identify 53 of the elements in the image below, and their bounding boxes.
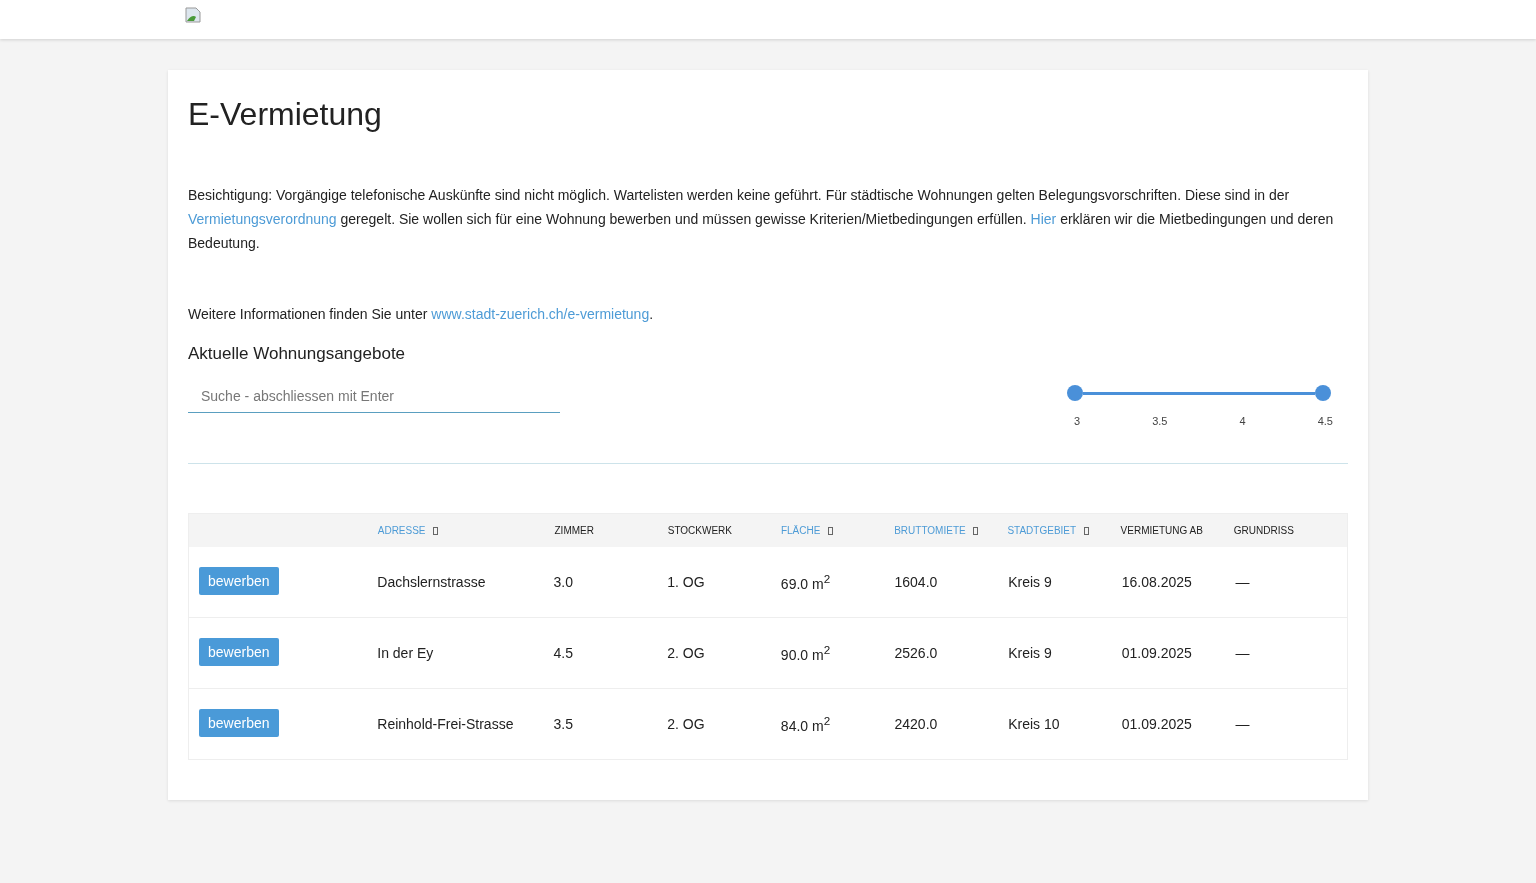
sortable-column-header[interactable]: FLÄCHE	[780, 525, 834, 536]
sort-icon	[433, 527, 439, 536]
apply-button[interactable]: bewerben	[199, 566, 279, 595]
sort-icon	[828, 527, 834, 536]
broken-image-icon	[185, 6, 201, 23]
table-cell: 2. OG	[667, 645, 705, 661]
intro-paragraph: Besichtigung: Vorgängige telefonische Auskünfte sind nicht möglich. Wartelisten werden keine geführt. Für städtische Wohnungen gelten Belegungsvorschriften. Diese sind in der Vermietungsverordnung geregelt. Sie wollen sich für eine Wohnung bewerben und müssen gewisse Kriterien/Mietbedingungen erfüllen. Hier erklären wir die Mietbedingungen und deren Bedeutung.	[188, 186, 1335, 253]
table-cell: 90.0 m$^{2}$	[780, 646, 831, 663]
sort-icon	[1083, 527, 1089, 536]
slider-tick-label: 3	[1074, 415, 1081, 427]
table-cell: 2526.0	[894, 645, 938, 661]
table-cell: Kreis 9	[1008, 574, 1052, 590]
apply-button[interactable]: bewerben	[199, 637, 279, 666]
table-cell: 01.09.2025	[1121, 716, 1192, 732]
table-cell: 69.0 m$^{2}$	[780, 575, 831, 592]
table-cell: —	[1235, 574, 1250, 590]
column-header: STOCKWERK	[667, 525, 732, 536]
info-paragraph: Weitere Informationen finden Sie unter www.stadt-zuerich.ch/e-vermietung.	[188, 305, 655, 324]
apply-button[interactable]: bewerben	[199, 708, 279, 737]
text-link[interactable]: Vermietungsverordnung	[188, 211, 337, 227]
table-cell: Dachslernstrasse	[377, 574, 486, 590]
table-cell: 2. OG	[667, 716, 705, 732]
table-cell: In der Ey	[377, 645, 434, 661]
sortable-column-header[interactable]: BRUTTOMIETE	[894, 525, 979, 536]
sortable-column-header[interactable]: STADTGEBIET	[1007, 525, 1089, 536]
slider-handle[interactable]	[1067, 385, 1083, 401]
page-title: E-Vermietung	[188, 96, 383, 133]
range-slider[interactable]	[1067, 385, 1331, 401]
table-cell: 2420.0	[894, 716, 938, 732]
slider-tick-label: 4	[1239, 415, 1246, 427]
slider-handle[interactable]	[1315, 385, 1331, 401]
table-cell: —	[1235, 645, 1250, 661]
sortable-column-header[interactable]: ADRESSE	[377, 525, 439, 536]
section-title: Aktuelle Wohnungsangebote	[188, 344, 407, 364]
table-cell: 84.0 m$^{2}$	[780, 717, 831, 734]
column-header: VERMIETUNG AB	[1120, 525, 1203, 536]
slider-tick-label: 4.5	[1317, 415, 1333, 427]
text-link[interactable]: Hier	[1030, 211, 1057, 227]
column-header: ZIMMER	[554, 525, 594, 536]
table-cell: 16.08.2025	[1121, 574, 1192, 590]
table-cell: 3.0	[553, 574, 574, 590]
table-cell: Kreis 9	[1008, 645, 1052, 661]
table-cell: 3.5	[553, 716, 574, 732]
table-cell: 4.5	[553, 645, 574, 661]
table-cell: 1604.0	[894, 574, 938, 590]
sort-icon	[973, 527, 979, 536]
table-cell: 1. OG	[667, 574, 705, 590]
table-cell: 01.09.2025	[1121, 645, 1192, 661]
table-cell: Reinhold-Frei-Strasse	[377, 716, 514, 732]
column-header: GRUNDRISS	[1233, 525, 1294, 536]
table-cell: Kreis 10	[1008, 716, 1060, 732]
slider-tick-label: 3.5	[1152, 415, 1168, 427]
table-cell: —	[1235, 716, 1250, 732]
